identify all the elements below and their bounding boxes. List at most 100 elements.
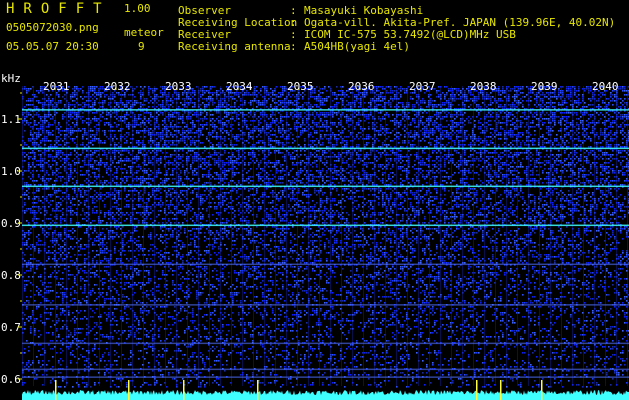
y-tick-label: 0.7	[1, 321, 21, 334]
column-stripe	[385, 86, 386, 386]
column-stripe	[583, 86, 584, 386]
carrier-line	[22, 368, 629, 371]
column-stripe	[594, 86, 595, 386]
column-stripe	[77, 86, 78, 386]
column-stripe	[99, 86, 100, 386]
column-stripe	[627, 86, 628, 386]
column-stripe	[539, 86, 540, 386]
column-stripe	[517, 86, 518, 386]
meteor-spike	[500, 380, 502, 400]
column-stripe	[55, 86, 56, 386]
detection-count: 9	[138, 40, 145, 53]
column-stripe	[297, 86, 298, 386]
column-stripe	[143, 86, 144, 386]
noise-dots	[22, 86, 629, 388]
column-stripe	[352, 86, 353, 386]
column-stripe	[341, 86, 342, 386]
x-tick-label: 2033	[165, 80, 192, 93]
x-tick-label: 2032	[104, 80, 131, 93]
carrier-line	[22, 109, 629, 111]
meteor-spike	[257, 380, 259, 400]
carrier-line	[22, 342, 629, 345]
column-stripe	[605, 86, 606, 386]
carrier-line	[22, 147, 629, 150]
frequency-axis: kHz 1.1 1.0 0.9 0.8 0.7 0.6	[1, 72, 22, 386]
app-logo: HROFFT	[6, 1, 111, 17]
y-tick-label: 1.1	[1, 113, 21, 126]
y-tick-label: 0.8	[1, 269, 21, 282]
column-stripe	[473, 86, 474, 386]
column-stripe	[308, 86, 309, 386]
column-stripe	[110, 86, 111, 386]
x-tick-label: 2039	[531, 80, 558, 93]
column-stripe	[506, 86, 507, 386]
y-unit-label: kHz	[1, 72, 21, 85]
column-stripe	[330, 86, 331, 386]
column-stripe	[66, 86, 67, 386]
column-stripe	[154, 86, 155, 386]
info-value: A504HB(yagi 4el)	[304, 40, 410, 53]
carrier-line	[22, 224, 629, 227]
x-tick-label: 2035	[287, 80, 314, 93]
column-stripe	[165, 86, 166, 386]
meteor-spike	[128, 380, 130, 400]
column-stripe	[407, 86, 408, 386]
column-stripe	[22, 86, 23, 386]
column-stripe	[374, 86, 375, 386]
baseline-noise	[22, 380, 629, 400]
carrier-line	[22, 376, 629, 378]
column-stripe	[495, 86, 496, 386]
column-stripe	[209, 86, 210, 386]
column-stripe	[616, 86, 617, 386]
column-stripe	[561, 86, 562, 386]
column-stripe	[440, 86, 441, 386]
x-tick-label: 2040	[592, 80, 619, 93]
station-info: Observer : Masayuki Kobayashi Receiving …	[178, 5, 615, 53]
spectrogram: 2031 2032 2033 2034 2035 2036 2037 2038 2039 2040…	[0, 70, 629, 400]
column-stripe	[242, 86, 243, 386]
column-stripe	[528, 86, 529, 386]
info-row-antenna: Receiving antenna : A504HB(yagi 4el)	[178, 41, 615, 53]
file-name: 0505072030.png	[6, 21, 99, 34]
x-tick-label: 2037	[409, 80, 436, 93]
column-stripe	[44, 86, 45, 386]
x-tick-label: 2038	[470, 80, 497, 93]
info-key: Receiving antenna	[178, 40, 291, 53]
meteor-spike	[55, 380, 57, 400]
column-stripe	[319, 86, 320, 386]
noise-layer	[22, 86, 629, 388]
column-stripe	[187, 86, 188, 386]
y-tick-label: 1.0	[1, 165, 21, 178]
carrier-line	[22, 263, 629, 266]
column-stripe	[418, 86, 419, 386]
column-stripe	[396, 86, 397, 386]
carrier-line	[22, 185, 629, 188]
column-stripe	[462, 86, 463, 386]
column-stripe	[88, 86, 89, 386]
meteor-spike	[476, 380, 478, 400]
column-stripe	[132, 86, 133, 386]
x-tick-label: 2036	[348, 80, 375, 93]
x-tick-label: 2031	[43, 80, 70, 93]
app-version: 1.00	[124, 2, 151, 15]
column-stripe	[121, 86, 122, 386]
info-separator: :	[290, 40, 297, 53]
column-stripe	[275, 86, 276, 386]
column-stripe	[451, 86, 452, 386]
meteor-spike	[183, 380, 185, 400]
x-tick-label: 2034	[226, 80, 253, 93]
date-time: 05.05.07 20:30	[6, 40, 99, 53]
column-stripe	[429, 86, 430, 386]
column-stripe	[33, 86, 34, 386]
column-stripe	[231, 86, 232, 386]
column-stripe	[363, 86, 364, 386]
meteor-spike	[541, 380, 543, 400]
detection-label: meteor	[124, 26, 164, 39]
column-stripe	[484, 86, 485, 386]
carrier-line	[22, 304, 629, 306]
spectrogram-canvas: 2031 2032 2033 2034 2035 2036 2037 2038 2039 2040…	[1, 72, 629, 400]
column-stripe	[253, 86, 254, 386]
column-stripe	[176, 86, 177, 386]
column-stripe	[550, 86, 551, 386]
column-stripe	[286, 86, 287, 386]
